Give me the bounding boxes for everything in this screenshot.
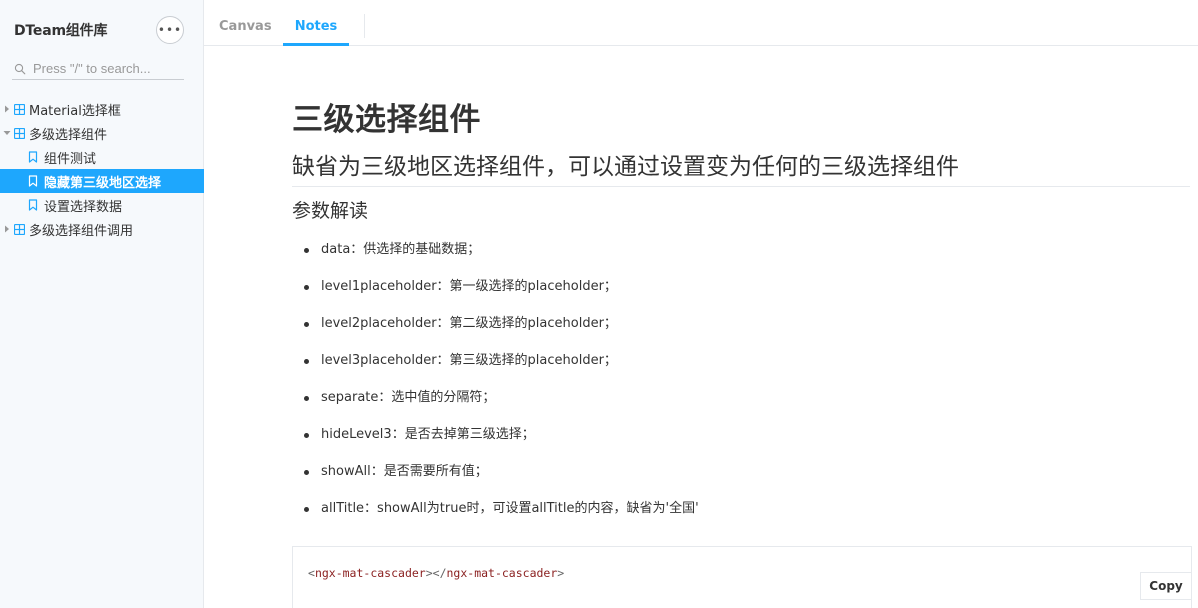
caret-down-icon[interactable]: [3, 128, 11, 138]
doc-title: 三级选择组件: [292, 102, 481, 138]
code-snippet[interactable]: <ngx-mat-cascader></ngx-mat-cascader>: [308, 566, 564, 580]
sidebar: DTeam组件库 ••• Material选择框: [0, 0, 204, 608]
copy-button[interactable]: Copy: [1140, 572, 1192, 600]
tree-item-label: 组件测试: [44, 151, 97, 167]
list-item: level2placeholder：第二级选择的placeholder；: [292, 313, 1192, 350]
section-heading: 参数解读: [292, 200, 369, 222]
code-punct: <: [308, 566, 315, 580]
bookmark-icon: [28, 175, 38, 187]
search-input[interactable]: [33, 61, 181, 76]
list-item: level3placeholder：第三级选择的placeholder；: [292, 350, 1192, 387]
list-item: hideLevel3：是否去掉第三级选择；: [292, 424, 1192, 461]
list-item: allTitle：showAll为true时，可设置allTitle的内容，缺省…: [292, 498, 1192, 535]
component-icon: [14, 223, 25, 235]
tree-item-label: 隐藏第三级地区选择: [44, 175, 162, 191]
code-tag: ngx-mat-cascader: [446, 566, 558, 580]
code-punct: >: [557, 566, 565, 580]
list-item: separate：选中值的分隔符；: [292, 387, 1192, 424]
code-punct: ></: [425, 566, 447, 580]
list-item: data：供选择的基础数据；: [292, 239, 1192, 276]
notes-document: 三级选择组件 缺省为三级地区选择组件，可以通过设置变为任何的三级选择组件 参数解…: [292, 100, 1192, 535]
tree-item-hide-level3[interactable]: 隐藏第三级地区选择: [0, 169, 204, 193]
list-item: showAll：是否需要所有值；: [292, 461, 1192, 498]
code-block: <ngx-mat-cascader></ngx-mat-cascader> Co…: [292, 546, 1192, 608]
caret-right-icon[interactable]: [3, 224, 11, 234]
main-panel: Canvas Notes 三级选择组件 缺省为三级地区选择组件，可以通过设置变为…: [204, 0, 1198, 608]
component-icon: [14, 103, 25, 115]
doc-subtitle: 缺省为三级地区选择组件，可以通过设置变为任何的三级选择组件: [292, 152, 1190, 187]
tree-item-label: 设置选择数据: [44, 199, 123, 215]
brand-title[interactable]: DTeam组件库: [14, 20, 107, 40]
more-options-button[interactable]: •••: [156, 16, 184, 44]
component-icon: [14, 127, 25, 139]
tree-item-label: 多级选择组件: [29, 127, 108, 143]
tree-item-label: 多级选择组件调用: [29, 223, 134, 239]
search-icon: [12, 61, 28, 77]
bookmark-icon: [28, 199, 38, 211]
component-tree: Material选择框 多级选择组件 组件测试 隐藏第三级地区选择 设置选择数据…: [0, 97, 204, 241]
list-item: level1placeholder：第一级选择的placeholder；: [292, 276, 1192, 313]
tab-notes[interactable]: Notes: [283, 0, 349, 46]
code-tag: ngx-mat-cascader: [314, 566, 426, 580]
bookmark-icon: [28, 151, 38, 163]
tree-item-cascader-usage[interactable]: 多级选择组件调用: [0, 217, 204, 241]
caret-right-icon[interactable]: [3, 104, 11, 114]
tab-divider: [364, 14, 365, 38]
tree-item-component-test[interactable]: 组件测试: [0, 145, 204, 169]
tree-item-set-data[interactable]: 设置选择数据: [0, 193, 204, 217]
tree-item-cascader[interactable]: 多级选择组件: [0, 121, 204, 145]
app: DTeam组件库 ••• Material选择框: [0, 0, 1198, 608]
tree-item-material-select[interactable]: Material选择框: [0, 97, 204, 121]
param-list: data：供选择的基础数据； level1placeholder：第一级选择的p…: [292, 239, 1192, 535]
tab-bar: Canvas Notes: [204, 0, 1198, 46]
tree-item-label: Material选择框: [29, 103, 121, 119]
search-bar: [12, 58, 184, 80]
tab-canvas[interactable]: Canvas: [219, 0, 272, 46]
